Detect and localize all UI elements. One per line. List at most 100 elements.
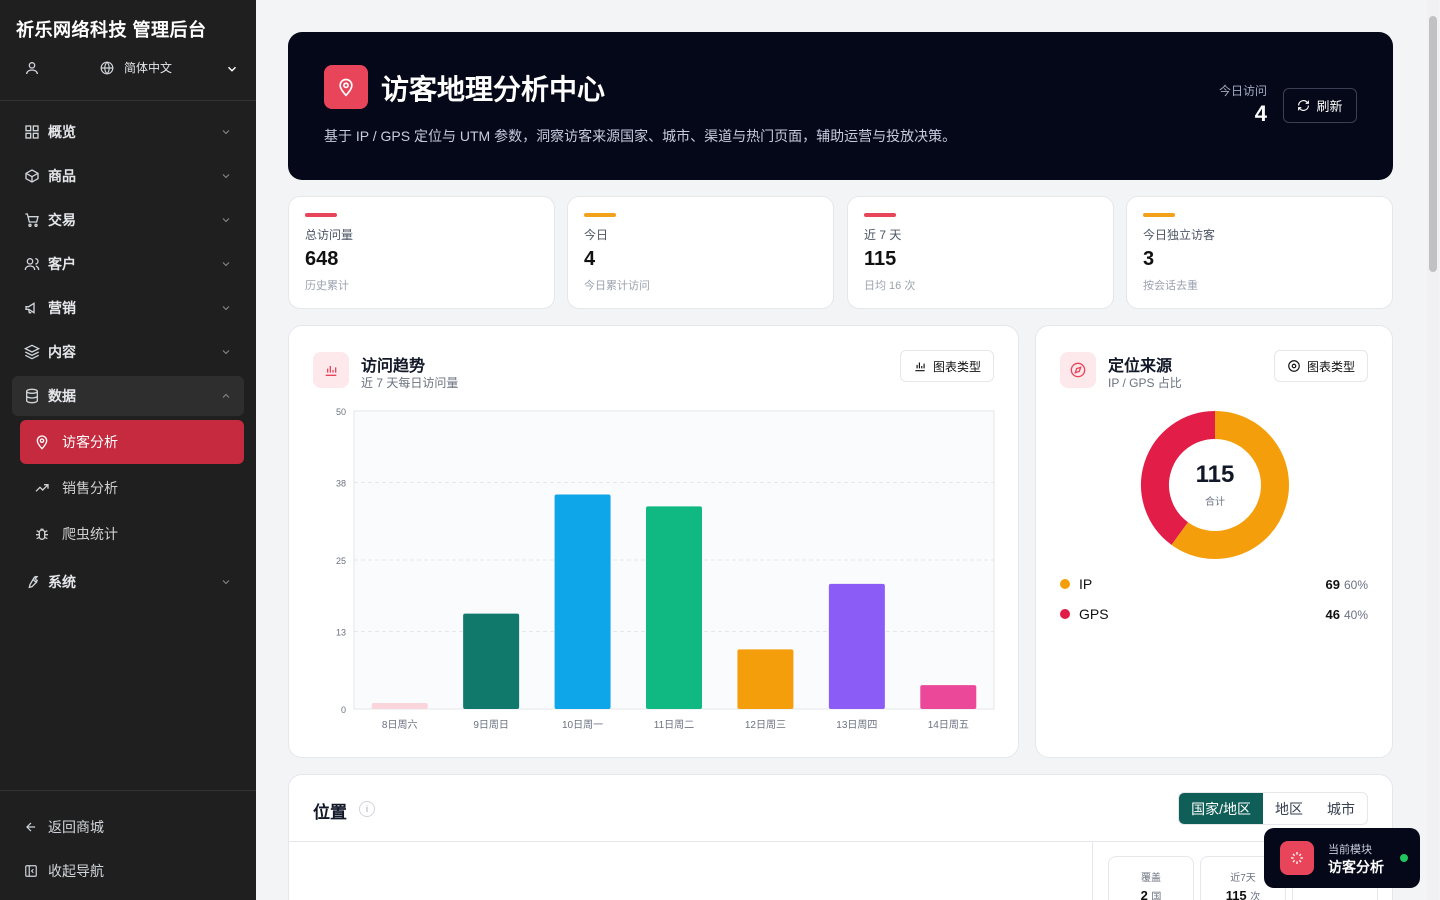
sidebar-item-label: 系统 (48, 574, 76, 590)
x-tick-label: 14日周五 (928, 719, 969, 731)
stat-sub: 按会话去重 (1143, 280, 1198, 292)
stat-card-7days: 近 7 天 115 日均 16 次 (847, 196, 1114, 309)
sidebar-item-customers[interactable]: 客户 (12, 244, 244, 284)
bar (920, 685, 977, 709)
legend-dot (1060, 579, 1070, 589)
chart-type-label: 图表类型 (1306, 359, 1355, 374)
refresh-button[interactable]: 刷新 (1283, 88, 1357, 123)
back-to-store-link[interactable]: 返回商城 (24, 817, 104, 837)
sidebar-subitem-visitor-analysis[interactable]: 访客分析 (20, 420, 244, 464)
database-icon (26, 388, 38, 404)
legend-count: 46 (1325, 606, 1340, 622)
legend-item-ip: IP 69 60% (1060, 574, 1368, 594)
bar (737, 649, 794, 709)
chevron-down-icon (222, 130, 230, 135)
refresh-icon (1298, 100, 1310, 111)
chevron-down-icon[interactable] (225, 62, 239, 76)
cart-icon (25, 213, 39, 227)
x-tick-label: 13日周四 (836, 719, 877, 731)
collapse-nav-button[interactable]: 收起导航 (24, 861, 104, 881)
map-pin-icon (36, 435, 48, 450)
donut-center-value: 115 (1195, 461, 1235, 488)
y-tick-label: 0 (341, 705, 346, 715)
legend-pct: 60% (1343, 577, 1368, 592)
mini-stat-label: 覆盖 (1141, 873, 1161, 884)
stat-card-unique: 今日独立访客 3 按会话去重 (1126, 196, 1393, 309)
stat-label: 今日独立访客 (1143, 228, 1216, 242)
bar (828, 583, 885, 709)
bar (554, 494, 611, 709)
bar (463, 613, 520, 709)
stat-label: 总访问量 (305, 228, 354, 242)
sidebar-subitem-label: 爬虫统计 (62, 526, 118, 542)
stat-label: 今日 (584, 228, 609, 242)
stat-card-today: 今日 4 今日累计访问 (567, 196, 834, 309)
stat-value: 4 (584, 248, 596, 270)
stat-accent (1143, 213, 1175, 217)
legend-value: 46 40% (1326, 607, 1369, 622)
badge-caption: 当前模块 (1328, 844, 1372, 856)
stat-sub: 日均 16 次 (864, 280, 916, 292)
sidebar-item-orders[interactable]: 交易 (12, 200, 244, 240)
stat-value: 648 (305, 248, 339, 270)
grid-icon (25, 125, 39, 139)
scrollbar[interactable] (1427, 0, 1439, 900)
chart-type-button[interactable]: 图表类型 (1273, 350, 1368, 382)
stat-accent (584, 213, 616, 217)
brand-title: 祈乐网络科技 管理后台 (16, 20, 207, 40)
sidebar-item-products[interactable]: 商品 (12, 156, 244, 196)
sidebar-collapse-icon (25, 865, 37, 877)
legend-name: IP (1079, 576, 1093, 592)
sidebar-item-label: 数据 (48, 388, 76, 404)
sidebar-item-label: 交易 (48, 212, 76, 228)
back-label: 返回商城 (48, 819, 104, 835)
stat-card-total: 总访问量 648 历史累计 (288, 196, 555, 309)
location-tabs: 国家/地区 地区 城市 (1178, 792, 1368, 825)
mini-stat-unit: 国 (1151, 892, 1162, 900)
sidebar-item-overview[interactable]: 概览 (12, 112, 244, 152)
chevron-down-icon (222, 174, 230, 179)
sidebar-subitem-crawler-stats[interactable]: 爬虫统计 (20, 512, 244, 556)
info-icon[interactable]: i (359, 801, 375, 817)
divider (0, 790, 256, 791)
status-dot (1400, 854, 1408, 862)
donut-center-label: 合计 (1205, 497, 1225, 508)
current-module-badge[interactable]: 当前模块 访客分析 (1264, 828, 1420, 888)
bar-chart-icon (915, 362, 925, 372)
stat-accent (305, 213, 337, 217)
scrollbar-thumb[interactable] (1429, 16, 1437, 272)
language-selector[interactable]: 简体中文 (100, 59, 172, 76)
tab-country[interactable]: 国家/地区 (1179, 793, 1263, 824)
stat-accent (864, 213, 896, 217)
source-subtitle: IP / GPS 占比 (1108, 376, 1182, 390)
sidebar-subitem-label: 销售分析 (62, 480, 118, 496)
megaphone-icon (25, 302, 35, 314)
sidebar-item-content[interactable]: 内容 (12, 332, 244, 372)
wrench-icon (28, 575, 39, 589)
stat-value: 3 (1143, 248, 1155, 270)
chevron-down-icon (222, 262, 230, 267)
sidebar-subitem-sales-analysis[interactable]: 销售分析 (20, 466, 244, 510)
sidebar-item-data[interactable]: 数据 (12, 376, 244, 416)
legend-item-gps: GPS 46 40% (1060, 604, 1368, 624)
user-icon[interactable] (24, 60, 40, 76)
y-tick-label: 13 (336, 628, 346, 638)
legend-count: 69 (1325, 576, 1340, 592)
legend-name: GPS (1079, 606, 1109, 622)
sidebar-item-label: 商品 (48, 168, 76, 184)
x-tick-label: 8日周六 (382, 719, 418, 731)
sidebar-item-system[interactable]: 系统 (12, 562, 244, 602)
stat-label: 近 7 天 (864, 228, 902, 242)
page-description: 基于 IP / GPS 定位与 UTM 参数，洞察访客来源国家、城市、渠道与热门… (324, 128, 957, 144)
chart-type-button[interactable]: 图表类型 (899, 350, 994, 382)
map-pin-icon (324, 65, 368, 109)
language-label: 简体中文 (124, 61, 173, 75)
x-tick-label: 12日周三 (745, 719, 786, 731)
tab-region[interactable]: 地区 (1263, 793, 1315, 824)
chevron-down-icon (222, 350, 230, 355)
location-title: 位置 (313, 803, 347, 822)
tab-city[interactable]: 城市 (1315, 793, 1367, 824)
sidebar-item-marketing[interactable]: 营销 (12, 288, 244, 328)
today-visits: 今日访问 4 (1219, 82, 1267, 127)
chevron-down-icon (222, 580, 230, 585)
